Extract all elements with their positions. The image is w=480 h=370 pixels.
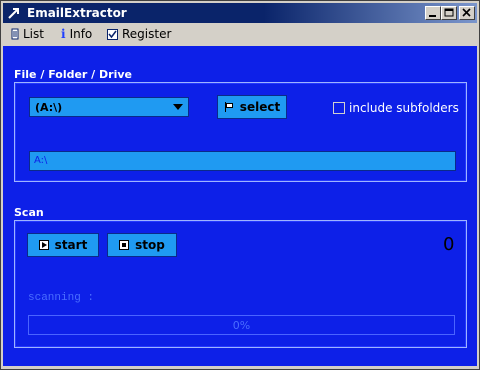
menu-bar: List i Info Register [3, 25, 477, 45]
start-button[interactable]: start [27, 233, 99, 257]
path-field[interactable]: A:\ [29, 151, 456, 171]
app-window: EmailExtractor List i Info Register File… [0, 0, 480, 370]
progress-text: 0% [232, 319, 251, 332]
email-count: 0 [443, 234, 455, 255]
app-arrow-icon [7, 6, 21, 20]
minimize-button[interactable] [425, 6, 441, 20]
play-icon [38, 240, 49, 250]
stop-icon [119, 240, 130, 250]
menu-item-info[interactable]: i Info [61, 27, 92, 41]
menu-item-list[interactable]: List [11, 27, 44, 41]
start-button-label: start [54, 238, 88, 252]
flag-icon [224, 102, 234, 112]
stop-button-label: stop [135, 238, 165, 252]
drive-selected-value: (A:\) [35, 101, 63, 114]
menu-item-register[interactable]: Register [107, 27, 171, 41]
menu-info-label: Info [69, 27, 93, 41]
checkbox-checked-icon [107, 28, 118, 40]
scan-panel: start stop 0 scanning : 0% [14, 220, 467, 348]
stop-button[interactable]: stop [107, 233, 177, 257]
file-section-label: File / Folder / Drive [14, 68, 132, 81]
menu-list-label: List [23, 27, 44, 41]
list-icon [11, 28, 19, 40]
file-panel: (A:\) select include subfolders A:\ [14, 82, 467, 182]
include-subfolders-label: include subfolders [349, 101, 459, 115]
select-button[interactable]: select [217, 95, 287, 119]
title-bar[interactable]: EmailExtractor [3, 3, 477, 23]
progress-bar: 0% [28, 315, 455, 335]
maximize-button[interactable] [441, 6, 457, 20]
select-button-label: select [239, 100, 281, 114]
include-subfolders-checkbox[interactable]: include subfolders [333, 101, 459, 115]
checkbox-icon [333, 102, 345, 114]
menu-register-label: Register [122, 27, 172, 41]
chevron-down-icon [173, 104, 183, 110]
minimize-icon [429, 15, 436, 17]
main-content: File / Folder / Drive (A:\) select inclu… [3, 46, 477, 366]
close-icon [462, 8, 471, 17]
close-button[interactable] [459, 6, 475, 20]
drive-combobox[interactable]: (A:\) [29, 97, 189, 117]
info-icon: i [61, 27, 66, 41]
scan-status: scanning : [28, 292, 95, 304]
scan-section-label: Scan [14, 206, 44, 219]
path-value: A:\ [34, 155, 48, 166]
window-title: EmailExtractor [27, 6, 127, 20]
maximize-icon [444, 8, 454, 17]
